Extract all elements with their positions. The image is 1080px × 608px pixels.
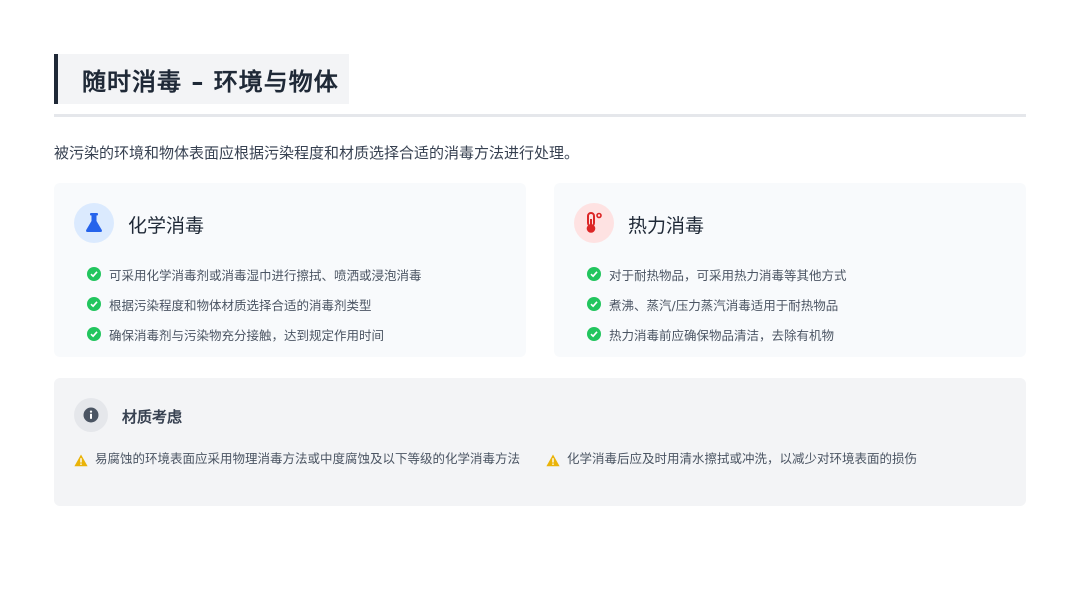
- warning-icon: [74, 452, 88, 473]
- check-circle-icon: [587, 267, 601, 281]
- thermal-card-title: 热力消毒: [628, 215, 705, 237]
- chemical-list: 可采用化学消毒剂或消毒湿巾进行擦拭、喷洒或浸泡消毒 根据污染程度和物体材质选择合…: [87, 259, 422, 349]
- list-item-text: 对于耐热物品，可采用热力消毒等其他方式: [609, 267, 847, 283]
- list-item-text: 可采用化学消毒剂或消毒湿巾进行擦拭、喷洒或浸泡消毒: [109, 267, 422, 283]
- chemical-card: 化学消毒 可采用化学消毒剂或消毒湿巾进行擦拭、喷洒或浸泡消毒 根据污染程度和物体…: [54, 183, 526, 357]
- thermometer-icon: [574, 203, 614, 243]
- list-item: 根据污染程度和物体材质选择合适的消毒剂类型: [87, 289, 422, 319]
- check-circle-icon: [587, 297, 601, 311]
- material-title: 材质考虑: [122, 408, 183, 426]
- check-circle-icon: [87, 297, 101, 311]
- check-circle-icon: [587, 327, 601, 341]
- list-item-text: 热力消毒前应确保物品清洁，去除有机物: [609, 327, 835, 343]
- list-item-text: 煮沸、蒸汽/压力蒸汽消毒适用于耐热物品: [609, 297, 839, 313]
- list-item: 热力消毒前应确保物品清洁，去除有机物: [587, 319, 847, 349]
- list-item: 确保消毒剂与污染物充分接触，达到规定作用时间: [87, 319, 422, 349]
- info-icon: [74, 398, 108, 432]
- list-item: 可采用化学消毒剂或消毒湿巾进行擦拭、喷洒或浸泡消毒: [87, 259, 422, 289]
- page-title-block: 随时消毒 – 环境与物体: [54, 54, 349, 104]
- thermal-card: 热力消毒 对于耐热物品，可采用热力消毒等其他方式 煮沸、蒸汽/压力蒸汽消毒适用于…: [554, 183, 1026, 357]
- material-panel: 材质考虑 易腐蚀的环境表面应采用物理消毒方法或中度腐蚀及以下等级的化学消毒方法 …: [54, 378, 1026, 506]
- chemical-card-title: 化学消毒: [128, 215, 205, 237]
- material-item: 易腐蚀的环境表面应采用物理消毒方法或中度腐蚀及以下等级的化学消毒方法: [74, 448, 530, 473]
- list-item: 煮沸、蒸汽/压力蒸汽消毒适用于耐热物品: [587, 289, 847, 319]
- material-item-text: 易腐蚀的环境表面应采用物理消毒方法或中度腐蚀及以下等级的化学消毒方法: [95, 451, 521, 466]
- warning-icon: [546, 452, 560, 473]
- check-circle-icon: [87, 267, 101, 281]
- list-item: 对于耐热物品，可采用热力消毒等其他方式: [587, 259, 847, 289]
- slide: 随时消毒 – 环境与物体 被污染的环境和物体表面应根据污染程度和材质选择合适的消…: [0, 0, 1080, 608]
- page-title: 随时消毒 – 环境与物体: [82, 67, 339, 96]
- title-divider: [54, 114, 1026, 117]
- material-item-text: 化学消毒后应及时用清水擦拭或冲洗，以减少对环境表面的损伤: [567, 451, 918, 466]
- check-circle-icon: [87, 327, 101, 341]
- thermal-list: 对于耐热物品，可采用热力消毒等其他方式 煮沸、蒸汽/压力蒸汽消毒适用于耐热物品 …: [587, 259, 847, 349]
- title-box: 随时消毒 – 环境与物体: [58, 54, 349, 104]
- list-item-text: 根据污染程度和物体材质选择合适的消毒剂类型: [109, 297, 372, 313]
- list-item-text: 确保消毒剂与污染物充分接触，达到规定作用时间: [109, 327, 385, 343]
- material-item: 化学消毒后应及时用清水擦拭或冲洗，以减少对环境表面的损伤: [546, 448, 1016, 473]
- intro-text: 被污染的环境和物体表面应根据污染程度和材质选择合适的消毒方法进行处理。: [54, 144, 580, 162]
- flask-icon: [74, 203, 114, 243]
